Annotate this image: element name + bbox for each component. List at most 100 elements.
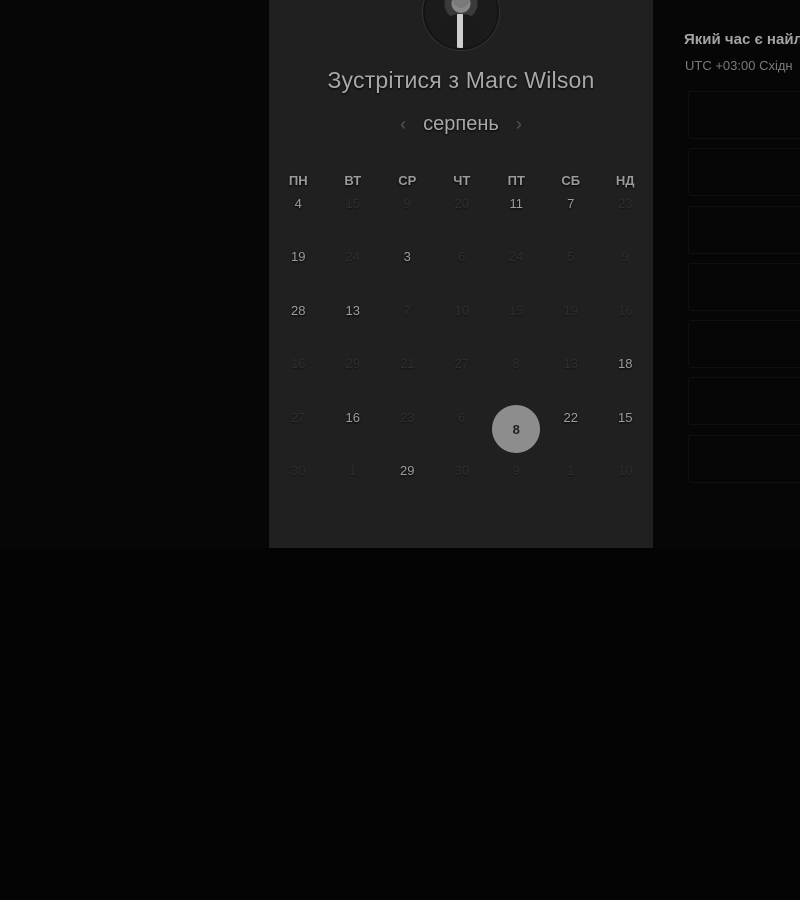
calendar-day-number: 27 [291, 409, 306, 425]
calendar-day: 13 [544, 344, 599, 397]
calendar-day-number: 21 [400, 356, 415, 372]
calendar-day[interactable]: 7 [544, 184, 599, 237]
calendar-day[interactable]: 11 [489, 184, 544, 237]
calendar-day: 9 [598, 237, 653, 290]
calendar-day: 23 [598, 184, 653, 237]
calendar-day: 9 [489, 451, 544, 504]
calendar-day[interactable]: 28 [271, 291, 326, 344]
calendar-day-number: 8 [512, 356, 520, 372]
calendar-day-number: 24 [345, 249, 360, 265]
calendar-day[interactable]: 4 [271, 184, 326, 237]
calendar-day: 24 [489, 237, 544, 290]
calendar-day: 21 [380, 344, 435, 397]
calendar-day[interactable]: 3 [380, 237, 435, 290]
booking-card: Зустрітися з Marc Wilson ‹ серпень › ПН … [269, 0, 653, 549]
calendar-day[interactable]: 19 [271, 237, 326, 290]
calendar-day-number: 9 [621, 249, 629, 265]
calendar-day-number: 30 [291, 462, 306, 478]
calendar-day: 20 [435, 184, 490, 237]
calendar-day-number: 19 [563, 302, 578, 318]
calendar-day: 29 [326, 344, 381, 397]
viewport: Зустрітися з Marc Wilson ‹ серпень › ПН … [0, 0, 800, 900]
calendar-day-number: 10 [618, 462, 633, 478]
calendar-day-number: 9 [512, 462, 520, 478]
calendar-day[interactable]: 29 [380, 451, 435, 504]
time-panel-title: Який час є найл [684, 31, 800, 48]
calendar-day: 1 [544, 451, 599, 504]
calendar-day-number: 29 [400, 462, 415, 478]
calendar-day-number: 10 [454, 302, 469, 318]
calendar-day-number: 7 [403, 302, 411, 318]
calendar-day-number: 27 [454, 356, 469, 372]
calendar-day[interactable]: 18 [598, 344, 653, 397]
calendar-day: 23 [380, 398, 435, 451]
calendar-day-number: 18 [618, 356, 633, 372]
calendar-day-number: 29 [345, 356, 360, 372]
time-slot-button[interactable] [688, 206, 800, 254]
calendar-day: 24 [326, 237, 381, 290]
calendar-day-number: 13 [563, 356, 578, 372]
calendar-day: 9 [380, 184, 435, 237]
time-slot-button[interactable] [688, 435, 800, 483]
calendar-day: 10 [435, 291, 490, 344]
calendar-day-number: 3 [403, 249, 411, 265]
calendar-day: 19 [544, 291, 599, 344]
page-background-bottom [0, 548, 800, 900]
calendar-day: 5 [544, 237, 599, 290]
calendar-day-selected[interactable]: 8 [489, 398, 544, 453]
calendar-day-number: 16 [618, 302, 633, 318]
calendar-day-number: 1 [567, 462, 575, 478]
month-label: серпень [423, 113, 499, 135]
calendar-day[interactable]: 16 [326, 398, 381, 451]
calendar-day-number: 6 [458, 409, 466, 425]
timezone-label: UTC +03:00 Східн [685, 58, 793, 73]
calendar-day-number: 9 [403, 196, 411, 211]
calendar-day-number: 4 [294, 196, 302, 211]
calendar-day[interactable]: 22 [544, 398, 599, 451]
calendar-day-number: 11 [509, 196, 524, 211]
calendar-day: 10 [598, 451, 653, 504]
calendar-day-number: 6 [458, 249, 466, 265]
chevron-right-icon[interactable]: › [511, 114, 527, 135]
calendar-day-number: 28 [291, 302, 306, 318]
calendar-day: 6 [435, 398, 490, 451]
calendar-day: 15 [489, 291, 544, 344]
calendar-day[interactable]: 13 [326, 291, 381, 344]
time-panel: Який час є найл UTC +03:00 Східн [653, 0, 800, 548]
avatar-body [441, 14, 481, 48]
calendar-day: 27 [271, 398, 326, 451]
calendar-day-number: 15 [509, 302, 524, 318]
calendar-day-number: 30 [454, 462, 469, 478]
calendar-day-number: 23 [618, 196, 633, 211]
calendar-day-number: 13 [345, 302, 360, 318]
avatar-head [452, 0, 470, 8]
page-background-left [0, 0, 269, 548]
time-slot-button[interactable] [688, 263, 800, 311]
calendar-day-number: 16 [291, 356, 306, 372]
time-slot-button[interactable] [688, 320, 800, 368]
month-navigation: ‹ серпень › [269, 113, 653, 136]
calendar-day: 8 [489, 344, 544, 397]
calendar-day-number: 22 [563, 409, 578, 425]
calendar-day: 15 [326, 184, 381, 237]
calendar-day[interactable]: 15 [598, 398, 653, 451]
calendar-day-number: 19 [291, 249, 306, 265]
calendar-day-number: 5 [567, 249, 575, 265]
time-slot-button[interactable] [688, 377, 800, 425]
time-slot-button[interactable] [688, 148, 800, 196]
chevron-left-icon[interactable]: ‹ [395, 114, 411, 135]
calendar-day-number: 20 [454, 196, 469, 211]
calendar-day-number: 15 [618, 409, 633, 425]
calendar-day: 16 [598, 291, 653, 344]
calendar-day: 30 [271, 451, 326, 504]
calendar-day-number: 1 [349, 462, 357, 478]
calendar-day: 1 [326, 451, 381, 504]
time-slot-button[interactable] [688, 91, 800, 139]
calendar-day: 30 [435, 451, 490, 504]
page-title: Зустрітися з Marc Wilson [327, 67, 595, 93]
calendar-day-number: 15 [345, 196, 360, 211]
calendar-day-number: 24 [509, 249, 524, 265]
avatar [423, 0, 499, 50]
calendar-day: 6 [435, 237, 490, 290]
calendar-day: 7 [380, 291, 435, 344]
